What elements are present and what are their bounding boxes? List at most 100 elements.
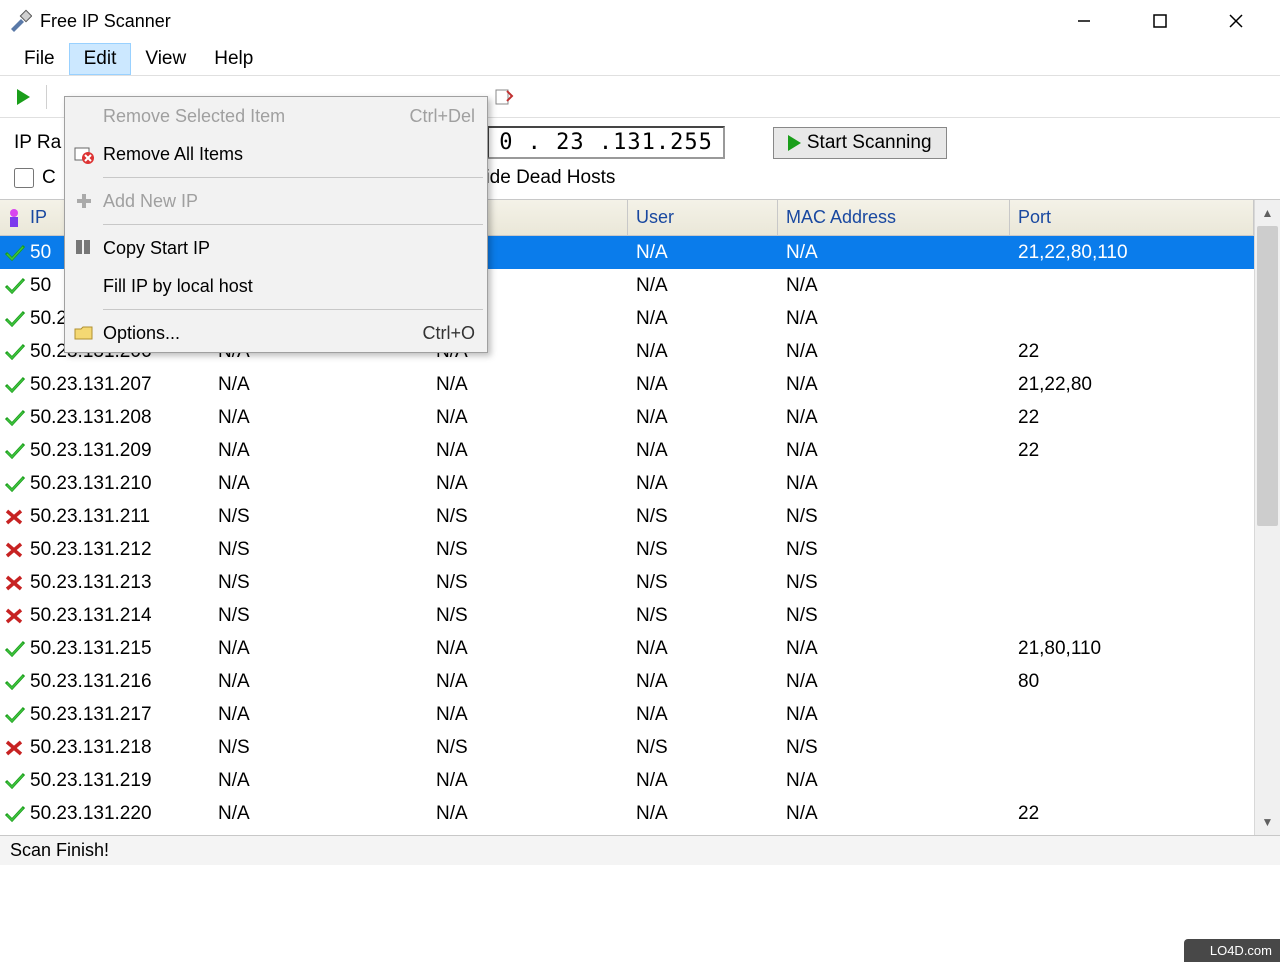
- table-row[interactable]: 50.23.131.220N/AN/AN/AN/A22: [0, 797, 1254, 830]
- hide-dead-hosts-label: Hide Dead Hosts: [472, 167, 616, 189]
- maximize-button[interactable]: [1140, 7, 1180, 35]
- cell-user: N/A: [628, 438, 778, 464]
- cell-ip: 50.23.131.210: [0, 471, 210, 497]
- column-header-user[interactable]: User: [628, 200, 778, 235]
- cell-ip: 50.23.131.214: [0, 603, 210, 629]
- column-header-port[interactable]: Port: [1010, 200, 1254, 235]
- cell-user: N/A: [628, 669, 778, 695]
- cell-mac: N/A: [778, 702, 1010, 728]
- column-header-mac[interactable]: MAC Address: [778, 200, 1010, 235]
- cell-mac: N/A: [778, 339, 1010, 365]
- minimize-button[interactable]: [1064, 7, 1104, 35]
- cell-user: N/A: [628, 768, 778, 794]
- cell-mac: N/S: [778, 735, 1010, 761]
- table-row[interactable]: 50.23.131.217N/AN/AN/AN/A: [0, 698, 1254, 731]
- cell-port: [1010, 515, 1254, 519]
- customize-label-fragment: C: [42, 167, 56, 189]
- menu-help[interactable]: Help: [200, 44, 267, 74]
- cell-user: N/A: [628, 240, 778, 266]
- cell-user: N/A: [628, 372, 778, 398]
- scroll-down-arrow[interactable]: ▼: [1255, 809, 1280, 835]
- cell-host: N/A: [210, 471, 428, 497]
- cell-port: 21,22,80,110: [1010, 240, 1254, 266]
- table-row[interactable]: 50.23.131.210N/AN/AN/AN/A: [0, 467, 1254, 500]
- cell-workgroup: N/A: [428, 801, 628, 827]
- cell-user: N/A: [628, 273, 778, 299]
- cell-port: 21,22,80: [1010, 372, 1254, 398]
- cell-user: N/S: [628, 537, 778, 563]
- menu-remove-all[interactable]: Remove All Items: [65, 135, 487, 173]
- cell-port: [1010, 614, 1254, 618]
- cell-workgroup: N/S: [428, 504, 628, 530]
- cell-ip: 50.23.131.215: [0, 636, 210, 662]
- cell-host: N/A: [210, 636, 428, 662]
- menu-remove-selected[interactable]: Remove Selected Item Ctrl+Del: [65, 97, 487, 135]
- cell-user: N/A: [628, 339, 778, 365]
- start-scanning-label: Start Scanning: [807, 132, 932, 154]
- cell-workgroup: N/A: [428, 669, 628, 695]
- table-row[interactable]: 50.23.131.209N/AN/AN/AN/A22: [0, 434, 1254, 467]
- cell-workgroup: N/S: [428, 735, 628, 761]
- cell-workgroup: N/A: [428, 471, 628, 497]
- cell-port: 21,80,110: [1010, 636, 1254, 662]
- table-row[interactable]: 50.23.131.216N/AN/AN/AN/A80: [0, 665, 1254, 698]
- close-button[interactable]: [1216, 7, 1256, 35]
- titlebar: Free IP Scanner: [0, 0, 1280, 42]
- cell-port: [1010, 779, 1254, 783]
- cell-user: N/A: [628, 702, 778, 728]
- cell-user: N/A: [628, 405, 778, 431]
- cell-user: N/S: [628, 603, 778, 629]
- vertical-scrollbar[interactable]: ▲ ▼: [1254, 200, 1280, 835]
- customize-checkbox[interactable]: [14, 168, 34, 188]
- cell-user: N/A: [628, 636, 778, 662]
- start-scanning-button[interactable]: Start Scanning: [773, 127, 947, 159]
- cell-host: N/S: [210, 570, 428, 596]
- menu-copy-start-ip[interactable]: Copy Start IP: [65, 229, 487, 267]
- menu-add-new-ip[interactable]: Add New IP: [65, 182, 487, 220]
- table-row[interactable]: 50.23.131.208N/AN/AN/AN/A22: [0, 401, 1254, 434]
- cell-mac: N/A: [778, 240, 1010, 266]
- cell-port: 80: [1010, 669, 1254, 695]
- table-row[interactable]: 50.23.131.213N/SN/SN/SN/S: [0, 566, 1254, 599]
- cell-host: N/S: [210, 735, 428, 761]
- cell-host: N/A: [210, 438, 428, 464]
- table-row[interactable]: 50.23.131.214N/SN/SN/SN/S: [0, 599, 1254, 632]
- menu-view[interactable]: View: [131, 44, 200, 74]
- table-row[interactable]: 50.23.131.211N/SN/SN/SN/S: [0, 500, 1254, 533]
- ip-range-to-input[interactable]: 0 . 23 .131.255: [487, 126, 725, 159]
- cell-port: [1010, 317, 1254, 321]
- copy-icon: [69, 236, 99, 260]
- cell-port: 22: [1010, 405, 1254, 431]
- toolbar-options-icon[interactable]: [491, 84, 517, 110]
- table-row[interactable]: 50.23.131.219N/AN/AN/AN/A: [0, 764, 1254, 797]
- ip-range-label: IP Ra: [14, 132, 61, 154]
- cell-mac: N/A: [778, 438, 1010, 464]
- scroll-up-arrow[interactable]: ▲: [1255, 200, 1280, 226]
- cell-mac: N/A: [778, 636, 1010, 662]
- menu-fill-ip-local[interactable]: Fill IP by local host: [65, 267, 487, 305]
- cell-mac: N/A: [778, 768, 1010, 794]
- cell-mac: N/A: [778, 471, 1010, 497]
- table-row[interactable]: 50.23.131.212N/SN/SN/SN/S: [0, 533, 1254, 566]
- cell-ip: 50.23.131.213: [0, 570, 210, 596]
- cell-mac: N/S: [778, 504, 1010, 530]
- status-bar: Scan Finish!: [0, 835, 1280, 865]
- menu-edit[interactable]: Edit: [69, 43, 132, 75]
- cell-mac: N/A: [778, 405, 1010, 431]
- play-icon: [788, 135, 801, 151]
- menu-file[interactable]: File: [10, 44, 69, 74]
- cell-port: [1010, 746, 1254, 750]
- app-icon: [8, 9, 32, 33]
- cell-port: [1010, 548, 1254, 552]
- table-row[interactable]: 50.23.131.218N/SN/SN/SN/S: [0, 731, 1254, 764]
- cell-workgroup: N/A: [428, 636, 628, 662]
- table-row[interactable]: 50.23.131.207N/AN/AN/AN/A21,22,80: [0, 368, 1254, 401]
- menubar: File Edit View Help: [0, 42, 1280, 76]
- cell-port: 22: [1010, 339, 1254, 365]
- table-row[interactable]: 50.23.131.215N/AN/AN/AN/A21,80,110: [0, 632, 1254, 665]
- menu-options[interactable]: Options... Ctrl+O: [65, 314, 487, 352]
- cell-mac: N/A: [778, 669, 1010, 695]
- cell-mac: N/S: [778, 537, 1010, 563]
- toolbar-play-icon[interactable]: [10, 84, 36, 110]
- scroll-thumb[interactable]: [1257, 226, 1278, 526]
